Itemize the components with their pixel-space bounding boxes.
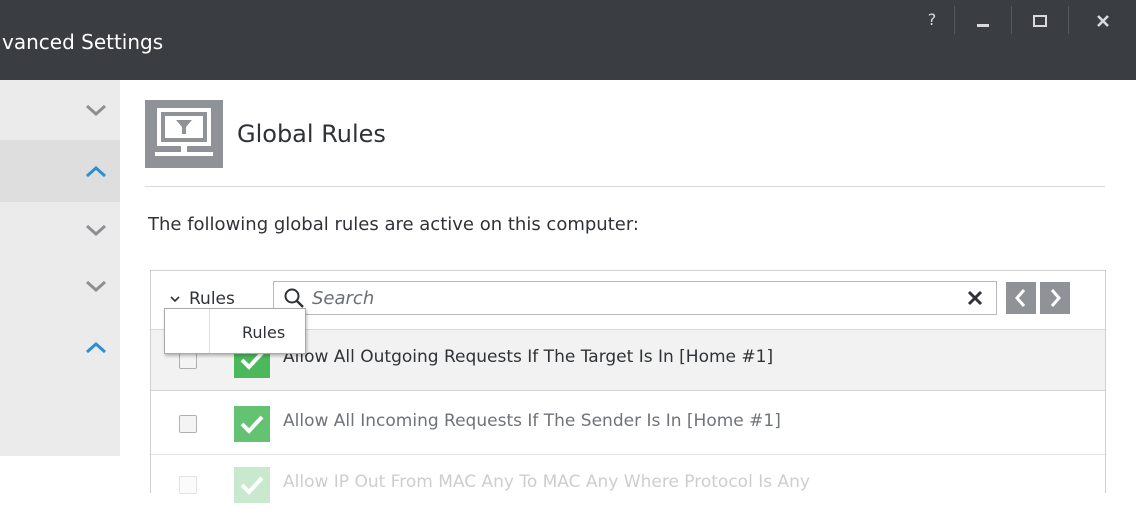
next-button[interactable] <box>1040 282 1070 314</box>
enabled-check-icon <box>234 467 270 503</box>
row-checkbox[interactable] <box>179 476 197 494</box>
column-filter-label: Rules <box>189 289 235 309</box>
rules-panel: Rules Search Allow All Outgoing Requests… <box>150 270 1106 515</box>
previous-button[interactable] <box>1006 282 1036 314</box>
chevron-right-icon <box>1050 289 1061 307</box>
chevron-down-icon[interactable] <box>84 222 108 238</box>
rule-text: Allow IP Out From MAC Any To MAC Any Whe… <box>283 472 810 492</box>
enabled-check-icon <box>234 406 270 442</box>
table-row[interactable]: Allow IP Out From MAC Any To MAC Any Whe… <box>151 455 1105 515</box>
page-title: Global Rules <box>237 120 386 148</box>
maximize-button[interactable] <box>1012 0 1068 40</box>
table-row[interactable]: Allow All Incoming Requests If The Sende… <box>151 394 1105 455</box>
page-description: The following global rules are active on… <box>148 214 639 235</box>
close-icon <box>1096 14 1109 27</box>
chevron-left-icon <box>1015 289 1026 307</box>
chevron-up-icon[interactable] <box>84 340 108 356</box>
close-button[interactable] <box>1069 0 1136 40</box>
column-filter-dropdown: Rules <box>164 308 306 354</box>
rule-text: Allow All Outgoing Requests If The Targe… <box>283 347 774 367</box>
maximize-icon <box>1033 14 1047 27</box>
help-icon: ? <box>927 10 937 29</box>
chevron-up-icon[interactable] <box>84 164 108 180</box>
clear-search-icon[interactable] <box>967 290 983 306</box>
sidebar-footer <box>0 456 120 492</box>
search-input[interactable]: Search <box>273 281 997 315</box>
chevron-down-icon <box>170 296 180 303</box>
search-placeholder: Search <box>312 288 375 309</box>
chevron-down-icon[interactable] <box>84 278 108 294</box>
rule-text: Allow All Incoming Requests If The Sende… <box>283 411 781 431</box>
window-title: vanced Settings <box>2 30 164 54</box>
row-checkbox[interactable] <box>179 415 197 433</box>
chevron-down-icon[interactable] <box>84 102 108 118</box>
title-bar: vanced Settings ? <box>0 0 1136 80</box>
header-divider <box>145 186 1105 187</box>
help-button[interactable]: ? <box>910 0 954 40</box>
dropdown-item-rules[interactable]: Rules <box>242 323 285 342</box>
column-filter-selector[interactable]: Rules <box>169 289 235 309</box>
search-icon <box>284 288 304 308</box>
sidebar <box>0 80 120 456</box>
minimize-icon <box>977 23 989 27</box>
dropdown-check-column <box>165 309 210 353</box>
monitor-filter-icon <box>145 100 223 168</box>
minimize-button[interactable] <box>955 0 1011 40</box>
